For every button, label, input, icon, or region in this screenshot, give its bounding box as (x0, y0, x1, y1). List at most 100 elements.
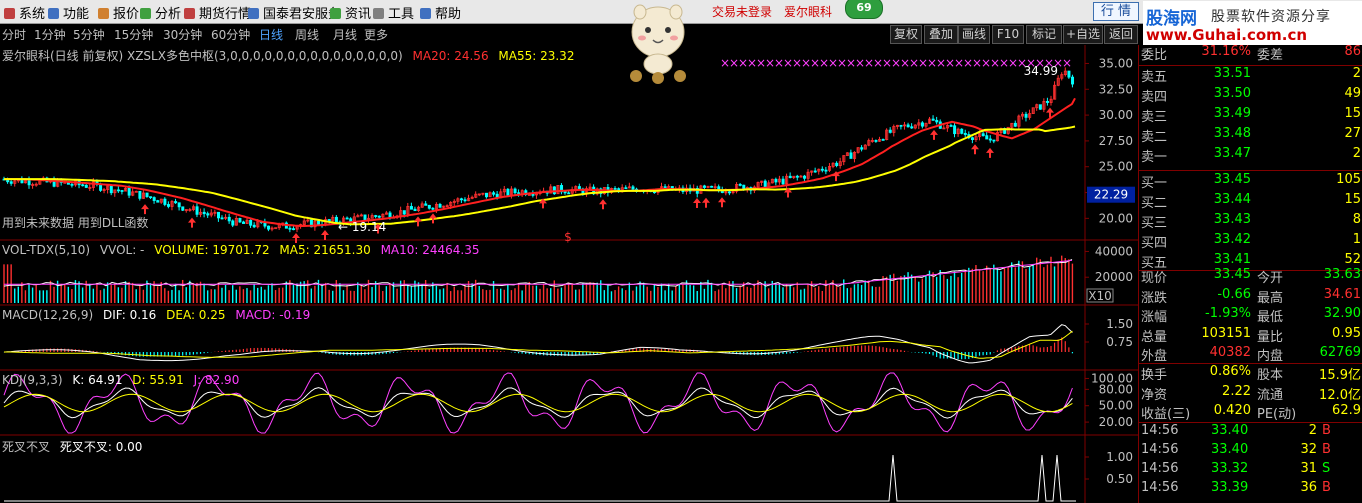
buy-price: 33.45 (1213, 172, 1251, 187)
buy-volume: 105 (1336, 172, 1361, 187)
stock-name: 爱尔眼科 (784, 5, 833, 19)
k-line (3, 387, 1073, 419)
menu-item-2[interactable]: 报价 (98, 3, 139, 22)
menu-item-1[interactable]: 功能 (48, 3, 89, 22)
site-logo[interactable]: 股海网 股票软件资源分享 www.Guhai.com.cn (1143, 1, 1362, 45)
chart-area[interactable]: 35.0032.5030.0027.5025.0022.5020.0022.29… (0, 45, 1138, 503)
toolbar-button-3[interactable]: F10 (992, 25, 1024, 44)
candle-body (774, 178, 778, 183)
buy-arrow-icon (971, 144, 979, 155)
period-tab-6[interactable]: 日线 (259, 26, 283, 43)
tick-time: 14:56 (1141, 480, 1179, 495)
high-price-label: 34.99 (1024, 64, 1058, 78)
stat-value: -0.66 (1217, 286, 1251, 302)
period-tab-2[interactable]: 5分钟 (73, 26, 105, 43)
period-tab-3[interactable]: 15分钟 (114, 26, 153, 43)
period-tab-0[interactable]: 分时 (2, 26, 26, 43)
cross-tick-label: 0.50 (1106, 472, 1133, 486)
candle-body (177, 202, 181, 208)
candle-body (820, 168, 824, 171)
candle-body (906, 124, 910, 128)
sell-volume: 2 (1352, 66, 1361, 81)
menu-item-6[interactable]: 资讯 (330, 3, 371, 22)
toolbar-button-2[interactable]: 画线 (958, 25, 990, 44)
candle-body (613, 188, 617, 190)
buy-row[interactable]: 买二 33.44 15 (1139, 192, 1362, 212)
buy-row[interactable]: 买三 33.43 8 (1139, 212, 1362, 232)
stat-value: 0.95 (1332, 325, 1361, 341)
weibi-row: 委比 31.16% 委差 86 (1139, 44, 1362, 64)
sell-row[interactable]: 卖三 33.49 15 (1139, 106, 1362, 126)
candle-body (899, 124, 903, 127)
sell-label: 卖一 (1141, 150, 1168, 165)
candle-body (617, 188, 621, 191)
score-badge[interactable]: 69 (845, 0, 883, 19)
stat-value: 0.86% (1209, 364, 1251, 379)
toolbar-button-1[interactable]: 叠加 (924, 25, 958, 44)
dif-line (3, 324, 1073, 364)
menu-item-7[interactable]: 工具 (373, 3, 414, 22)
tick-side: B (1322, 480, 1331, 495)
menu-item-0[interactable]: 系统 (4, 3, 45, 22)
tick-row: 14:56 33.40 2 B (1139, 423, 1362, 440)
toolbar-button-6[interactable]: 返回 (1104, 25, 1138, 44)
menu-item-label: 帮助 (435, 7, 462, 22)
toolbar-button-5[interactable]: +自选 (1063, 25, 1103, 44)
period-tab-8[interactable]: 月线 (333, 26, 357, 43)
menu-item-icon (140, 8, 151, 19)
stat-row: 总量 103151 量比 0.95 (1139, 326, 1362, 346)
buy-arrow-icon (718, 197, 726, 208)
vol-ma10-value: MA10: 24464.35 (380, 243, 480, 257)
period-toolbar: 分时 1分钟 5分钟 15分钟 30分钟 60分钟 日线 周线 月线 更多 复权 叠加 画线 F10 标记 +… (0, 24, 1140, 44)
candle-body (317, 220, 321, 225)
candle-body (227, 216, 231, 222)
sell-row[interactable]: 卖四 33.50 49 (1139, 86, 1362, 106)
candle-body (70, 183, 74, 186)
buy-row[interactable]: 买一 33.45 105 (1139, 172, 1362, 192)
buy-row[interactable]: 买四 33.42 1 (1139, 232, 1362, 252)
candle-body (202, 211, 206, 215)
menu-item-3[interactable]: 分析 (140, 3, 181, 22)
period-tab-4[interactable]: 30分钟 (163, 26, 202, 43)
menu-item-8[interactable]: 帮助 (420, 3, 461, 22)
sell-row[interactable]: 卖五 33.51 2 (1139, 66, 1362, 86)
menu-item-icon (4, 8, 15, 19)
stat-label: 最低 (1257, 310, 1284, 325)
candle-body (242, 221, 246, 224)
menu-item-4[interactable]: 期货行情 (184, 3, 251, 22)
toolbar-button-4[interactable]: 标记 (1026, 25, 1062, 44)
candle-body (513, 188, 517, 194)
sell-row[interactable]: 卖二 33.48 27 (1139, 126, 1362, 146)
quote-panel: 委比 31.16% 委差 86 卖五 33.51 2 卖四 33.50 49 卖三 33.49 15 卖二… (1138, 44, 1362, 503)
stat-label: 内盘 (1257, 349, 1284, 364)
stat-label: 换手 (1141, 368, 1168, 383)
stat-row: 净资 2.22 流通 12.0亿 (1139, 384, 1362, 404)
toolbar-button-0[interactable]: 复权 (890, 25, 922, 44)
tick-volume: 2 (1308, 423, 1317, 438)
tick-volume: 32 (1300, 442, 1317, 457)
y-tick-label: 30.00 (1099, 108, 1133, 122)
candle-body (960, 128, 964, 134)
candle-body (781, 178, 785, 185)
tick-side: B (1322, 442, 1331, 457)
kdj-indicator-name: KDJ(9,3,3) (2, 373, 63, 387)
candle-body (702, 185, 706, 188)
candle-body (363, 214, 367, 221)
period-tab-1[interactable]: 1分钟 (34, 26, 66, 43)
tick-side: S (1322, 461, 1331, 476)
candle-body (402, 210, 406, 215)
period-tab-5[interactable]: 60分钟 (211, 26, 250, 43)
period-tab-7[interactable]: 周线 (295, 26, 319, 43)
sell-price: 33.51 (1213, 66, 1251, 81)
sell-row[interactable]: 卖一 33.47 2 (1139, 146, 1362, 166)
menu-item-label: 功能 (63, 7, 90, 22)
candle-body (860, 147, 864, 150)
candle-body (981, 133, 985, 137)
login-status[interactable]: 交易未登录 (712, 3, 772, 20)
macd-indicator-name: MACD(12,26,9) (2, 308, 94, 322)
hangqing-button[interactable]: 行 情 (1093, 2, 1139, 21)
buy-arrow-icon (292, 232, 300, 243)
candle-body (292, 228, 296, 231)
menu-item-5[interactable]: 国泰君安服务 (248, 3, 341, 22)
period-tab-9[interactable]: 更多 (364, 26, 388, 43)
